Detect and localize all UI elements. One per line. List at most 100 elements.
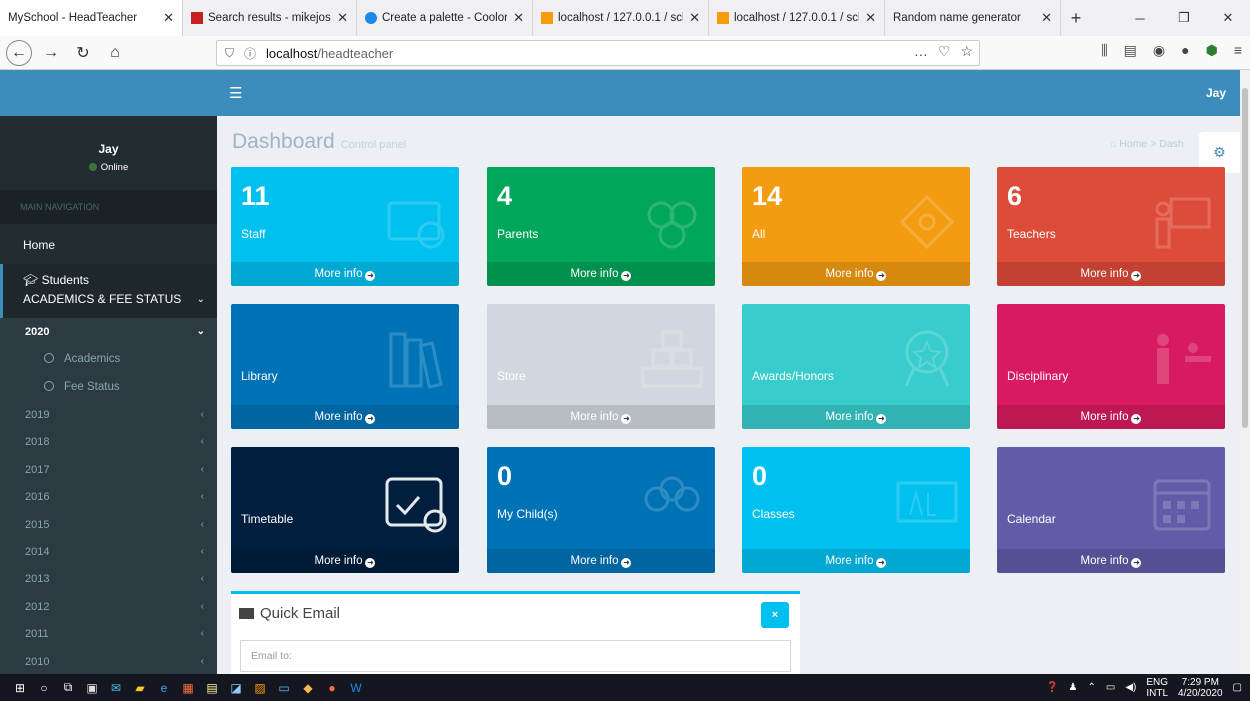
tab-random-name[interactable]: Random name generator ✕: [885, 0, 1061, 36]
firefox-icon[interactable]: ●: [322, 678, 342, 698]
more-info-link[interactable]: More info ➜: [997, 549, 1225, 573]
explorer-icon[interactable]: ▰: [130, 678, 150, 698]
more-info-link[interactable]: More info ➜: [231, 405, 459, 429]
close-tab-icon[interactable]: ✕: [337, 10, 348, 26]
app-icon-sublime[interactable]: ▨: [250, 678, 270, 698]
more-info-link[interactable]: More info ➜: [997, 405, 1225, 429]
tray-chevron-icon[interactable]: ⌃: [1088, 682, 1096, 693]
tab-search-results[interactable]: Search results - mikejose ✕: [183, 0, 357, 36]
app-icon-orange[interactable]: ▦: [178, 678, 198, 698]
tile-all[interactable]: 14 All More info ➜: [742, 167, 970, 286]
tab-coolors[interactable]: Create a palette - Coolors ✕: [357, 0, 533, 36]
battery-icon[interactable]: ▭: [1106, 682, 1115, 693]
more-info-link[interactable]: More info ➜: [487, 405, 715, 429]
page-scrollbar[interactable]: [1240, 70, 1250, 674]
close-window-button[interactable]: ✕: [1206, 0, 1250, 36]
sidebar-year-2010[interactable]: 2010 ‹: [0, 647, 217, 674]
breadcrumb[interactable]: ⌂ Home > Dash: [1110, 138, 1184, 150]
windows-start-icon[interactable]: ⊞: [10, 678, 30, 698]
edge-icon[interactable]: e: [154, 678, 174, 698]
more-info-link[interactable]: More info ➜: [997, 262, 1225, 286]
restore-button[interactable]: ❐: [1162, 0, 1206, 36]
close-tab-icon[interactable]: ✕: [865, 10, 876, 26]
sidebar-year-2011[interactable]: 2011 ‹: [0, 620, 217, 648]
tile-store[interactable]: Store More info ➜: [487, 304, 715, 429]
more-info-link[interactable]: More info ➜: [231, 549, 459, 573]
tab-phpmyadmin-2[interactable]: localhost / 127.0.0.1 / sch ✕: [709, 0, 885, 36]
pocket-icon[interactable]: ♡: [938, 43, 951, 60]
info-icon[interactable]: ⓘ: [244, 45, 256, 62]
more-info-link[interactable]: More info ➜: [742, 262, 970, 286]
tile-disciplinary[interactable]: Disciplinary More info ➜: [997, 304, 1225, 429]
app-icon-blue[interactable]: ◪: [226, 678, 246, 698]
more-info-link[interactable]: More info ➜: [487, 549, 715, 573]
tile-teachers[interactable]: 6 Teachers More info ➜: [997, 167, 1225, 286]
home-icon[interactable]: ⌂: [102, 40, 128, 66]
app-icon-terminal[interactable]: ▭: [274, 678, 294, 698]
shield-icon[interactable]: ⛉: [225, 46, 234, 61]
language-indicator[interactable]: ENG INTL: [1146, 677, 1168, 699]
tile-staff[interactable]: 11 Staff More info ➜: [231, 167, 459, 286]
close-tab-icon[interactable]: ✕: [1041, 10, 1052, 26]
sidebar-year-2015[interactable]: 2015 ‹: [0, 510, 217, 538]
minimize-button[interactable]: ─: [1118, 0, 1162, 36]
quick-email-close-button[interactable]: ×: [761, 602, 789, 628]
sidebar-item-fee-status[interactable]: Fee Status: [0, 373, 217, 401]
back-button[interactable]: ←: [6, 39, 32, 66]
task-view-icon[interactable]: ⧉: [58, 678, 78, 698]
sidebar-year-2016[interactable]: 2016 ‹: [0, 483, 217, 511]
reload-button[interactable]: ↻: [70, 40, 96, 66]
tile-classes[interactable]: 0 Classes More info ➜: [742, 447, 970, 573]
tab-myschool[interactable]: MySchool - HeadTeacher ✕: [0, 0, 183, 36]
tile-calendar[interactable]: Calendar More info ➜: [997, 447, 1225, 573]
store-icon[interactable]: ▣: [82, 678, 102, 698]
email-to-input[interactable]: Email to:: [240, 640, 791, 672]
sidebar-year-2020[interactable]: 2020 ⌄: [0, 318, 217, 345]
sidebar-year-2018[interactable]: 2018 ‹: [0, 428, 217, 456]
sidebar-year-2014[interactable]: 2014 ‹: [0, 537, 217, 566]
new-tab-button[interactable]: +: [1061, 0, 1091, 36]
more-info-link[interactable]: More info ➜: [487, 262, 715, 286]
more-info-link[interactable]: More info ➜: [742, 549, 970, 573]
search-icon[interactable]: ○: [34, 678, 54, 698]
word-icon[interactable]: W: [346, 678, 366, 698]
tile-awards-honors[interactable]: Awards/Honors More info ➜: [742, 304, 970, 429]
shield-extension-icon[interactable]: ⬢: [1206, 42, 1218, 59]
people-icon[interactable]: ♟: [1069, 682, 1078, 693]
notepad-icon[interactable]: ▤: [202, 678, 222, 698]
url-bar[interactable]: ⛉ ⓘ localhost/headteacher … ♡ ☆: [216, 40, 980, 66]
tile-my-child-s[interactable]: 0 My Child(s) More info ➜: [487, 447, 715, 573]
sidebar-year-2017[interactable]: 2017 ‹: [0, 455, 217, 484]
menu-icon[interactable]: ≡: [1234, 42, 1242, 59]
tile-timetable[interactable]: Timetable More info ➜: [231, 447, 459, 573]
account-icon[interactable]: ◉: [1153, 42, 1165, 59]
tab-phpmyadmin-1[interactable]: localhost / 127.0.0.1 / sch ✕: [533, 0, 709, 36]
clock[interactable]: 7:29 PM 4/20/2020: [1178, 677, 1223, 699]
sidebar-item-home[interactable]: Home: [0, 224, 217, 264]
sidebar-item-academics[interactable]: Academics: [0, 345, 217, 373]
sidebar-toggle-icon[interactable]: ▤: [1124, 42, 1137, 59]
sidebar-year-2013[interactable]: 2013 ‹: [0, 565, 217, 593]
library-icon[interactable]: ⫼: [1101, 42, 1107, 59]
scrollbar-thumb[interactable]: [1242, 88, 1248, 428]
close-tab-icon[interactable]: ✕: [513, 10, 524, 26]
logo-area[interactable]: [0, 70, 217, 116]
tile-library[interactable]: Library More info ➜: [231, 304, 459, 429]
mail-app-icon[interactable]: ✉: [106, 678, 126, 698]
bookmark-star-icon[interactable]: ☆: [960, 43, 973, 60]
close-tab-icon[interactable]: ✕: [689, 10, 700, 26]
close-tab-icon[interactable]: ✕: [163, 10, 174, 26]
more-info-link[interactable]: More info ➜: [742, 405, 970, 429]
git-icon[interactable]: ◆: [298, 678, 318, 698]
sidebar-item-students[interactable]: 🎓︎ Students ACADEMICS & FEE STATUS ⌄: [0, 264, 217, 318]
tile-parents[interactable]: 4 Parents More info ➜: [487, 167, 715, 286]
volume-icon[interactable]: ◀): [1125, 682, 1136, 693]
more-info-link[interactable]: More info ➜: [231, 262, 459, 286]
sidebar-year-2012[interactable]: 2012 ‹: [0, 592, 217, 621]
hamburger-icon[interactable]: ☰: [229, 84, 242, 102]
forward-button[interactable]: →: [38, 40, 64, 66]
extension-icon[interactable]: ●: [1181, 42, 1189, 59]
page-actions-icon[interactable]: …: [914, 43, 928, 60]
help-icon[interactable]: ❓: [1046, 682, 1058, 693]
sidebar-year-2019[interactable]: 2019 ‹: [0, 401, 217, 429]
